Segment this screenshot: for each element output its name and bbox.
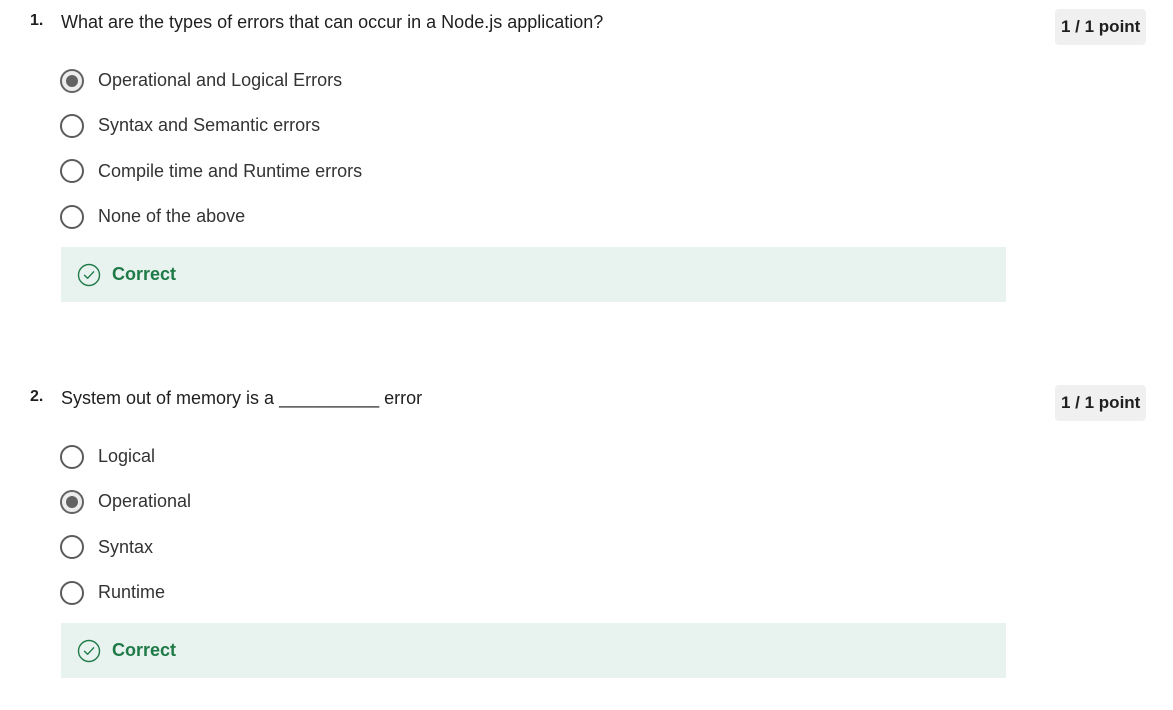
radio-button[interactable] [60, 444, 84, 469]
option-label: Syntax [98, 536, 154, 557]
option-label: Compile time and Runtime errors [98, 160, 363, 181]
radio-button[interactable] [60, 113, 84, 138]
answer-option[interactable]: Operational and Logical Errors [60, 58, 362, 103]
answer-option[interactable]: Logical [60, 434, 191, 479]
check-circle-icon [77, 639, 101, 662]
question-text: System out of memory is a __________ err… [61, 388, 423, 408]
feedback-label: Correct [112, 264, 177, 284]
answer-option[interactable]: Operational [60, 479, 191, 524]
answer-option[interactable]: Compile time and Runtime errors [60, 149, 362, 194]
check-circle-icon [77, 263, 101, 286]
radio-button[interactable] [60, 204, 84, 229]
answer-option[interactable]: Syntax and Semantic errors [60, 103, 362, 148]
answer-options: Logical Operational Syntax Runtime [60, 434, 191, 615]
option-label: Operational and Logical Errors [98, 70, 343, 91]
radio-button[interactable] [60, 159, 84, 184]
question-text: What are the types of errors that can oc… [61, 12, 604, 32]
answer-option[interactable]: None of the above [60, 194, 362, 239]
radio-button-selected[interactable] [60, 68, 84, 93]
answer-options: Operational and Logical Errors Syntax an… [60, 58, 362, 239]
radio-button[interactable] [60, 580, 84, 605]
feedback-label: Correct [112, 640, 177, 660]
option-label: Syntax and Semantic errors [98, 115, 321, 136]
option-label: Runtime [98, 582, 166, 603]
question-number: 1. [30, 12, 44, 29]
radio-button[interactable] [60, 535, 84, 560]
quiz-results: 1. What are the types of errors that can… [0, 0, 1173, 710]
option-label: None of the above [98, 206, 246, 227]
option-label: Operational [98, 491, 192, 512]
option-label: Logical [98, 446, 156, 467]
question-number: 2. [30, 388, 44, 405]
feedback-correct: Correct [61, 247, 1006, 302]
points-badge: 1 / 1 point [1055, 385, 1147, 421]
points-badge: 1 / 1 point [1055, 9, 1147, 45]
radio-button-selected[interactable] [60, 489, 84, 514]
answer-option[interactable]: Syntax [60, 525, 191, 570]
answer-option[interactable]: Runtime [60, 570, 191, 615]
feedback-correct: Correct [61, 623, 1006, 678]
